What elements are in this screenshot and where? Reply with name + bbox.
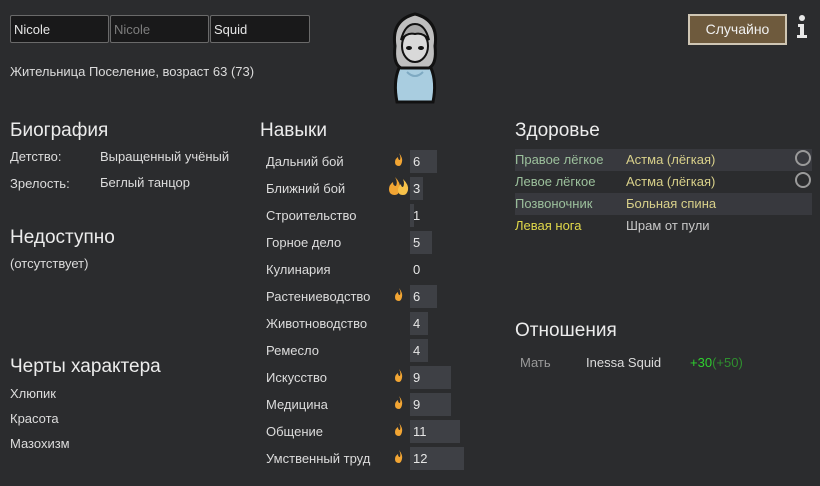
skill-label-cooking[interactable]: Кулинария (266, 262, 331, 277)
adulthood-backstory[interactable]: Беглый танцор (100, 175, 190, 190)
info-icon[interactable] (795, 14, 809, 40)
skill-label-intellectual[interactable]: Умственный труд (266, 451, 370, 466)
skill-label-melee[interactable]: Ближний бой (266, 181, 345, 196)
health-row[interactable]: Правое лёгкое Астма (лёгкая) (515, 149, 812, 171)
skill-label-artistic[interactable]: Искусство (266, 370, 327, 385)
health-condition: Шрам от пули (626, 218, 710, 233)
first-name-input[interactable] (10, 15, 109, 43)
health-row[interactable]: Левая нога Шрам от пули (515, 215, 812, 237)
body-part-label: Позвоночник (515, 196, 593, 211)
trait-item[interactable]: Красота (10, 411, 59, 426)
skill-value-plants: 6 (413, 289, 421, 304)
relations-title: Отношения (515, 320, 617, 341)
skill-label-social[interactable]: Общение (266, 424, 323, 439)
skill-value-medicine: 9 (413, 397, 421, 412)
adulthood-label: Зрелость: (10, 176, 70, 191)
skill-value-cooking: 0 (413, 262, 421, 277)
last-name-input[interactable] (210, 15, 310, 43)
major-passion-icon (389, 177, 409, 195)
skill-label-crafting[interactable]: Ремесло (266, 343, 319, 358)
childhood-backstory[interactable]: Выращенный учёный (100, 149, 229, 164)
skill-label-animals[interactable]: Животноводство (266, 316, 367, 331)
health-condition: Астма (лёгкая) (626, 152, 716, 167)
traits-title: Черты характера (10, 356, 161, 377)
skill-value-intellectual: 12 (413, 451, 428, 466)
childhood-label: Детство: (10, 149, 62, 164)
minor-passion-icon (395, 396, 403, 409)
minor-passion-icon (395, 369, 403, 382)
skill-label-medicine[interactable]: Медицина (266, 397, 328, 412)
trait-item[interactable]: Мазохизм (10, 436, 70, 451)
health-condition: Больная спина (626, 196, 717, 211)
randomize-button[interactable]: Случайно (688, 14, 787, 45)
incapable-value: (отсутствует) (10, 256, 89, 271)
relation-opinion: +30(+50) (690, 355, 743, 370)
body-part-label: Левая нога (515, 218, 582, 233)
skill-value-shooting: 6 (413, 154, 421, 169)
condition-circle-icon (795, 172, 811, 188)
trait-item[interactable]: Хлюпик (10, 386, 56, 401)
body-part-label: Правое лёгкое (515, 152, 604, 167)
relation-name[interactable]: Inessa Squid (586, 355, 661, 370)
minor-passion-icon (395, 288, 403, 301)
health-row[interactable]: Левое лёгкое Астма (лёгкая) (515, 171, 812, 193)
minor-passion-icon (395, 450, 403, 463)
skill-value-melee: 3 (413, 181, 421, 196)
skill-value-mining: 5 (413, 235, 421, 250)
minor-passion-icon (395, 423, 403, 436)
skill-label-plants[interactable]: Растениеводство (266, 289, 370, 304)
skill-value-construction: 1 (413, 208, 421, 223)
minor-passion-icon (395, 153, 403, 166)
health-title: Здоровье (515, 120, 600, 141)
skill-value-animals: 4 (413, 316, 421, 331)
nickname-input[interactable] (110, 15, 209, 43)
pawn-portrait (385, 10, 445, 106)
incapable-title: Недоступно (10, 227, 115, 248)
body-part-label: Левое лёгкое (515, 174, 596, 189)
skill-value-artistic: 9 (413, 370, 421, 385)
health-condition: Астма (лёгкая) (626, 174, 716, 189)
skills-title: Навыки (260, 120, 327, 141)
skill-value-crafting: 4 (413, 343, 421, 358)
relation-type: Мать (520, 355, 551, 370)
skill-label-shooting[interactable]: Дальний бой (266, 154, 344, 169)
pawn-subtitle: Жительница Поселение, возраст 63 (73) (10, 64, 255, 79)
skill-value-social: 11 (413, 424, 427, 439)
opinion-value: +30 (690, 355, 713, 370)
condition-circle-icon (795, 150, 811, 166)
biography-title: Биография (10, 120, 109, 141)
health-row[interactable]: Позвоночник Больная спина (515, 193, 812, 215)
skill-label-construction[interactable]: Строительство (266, 208, 356, 223)
skill-label-mining[interactable]: Горное дело (266, 235, 341, 250)
opinion-other-value: (+50) (712, 355, 743, 370)
